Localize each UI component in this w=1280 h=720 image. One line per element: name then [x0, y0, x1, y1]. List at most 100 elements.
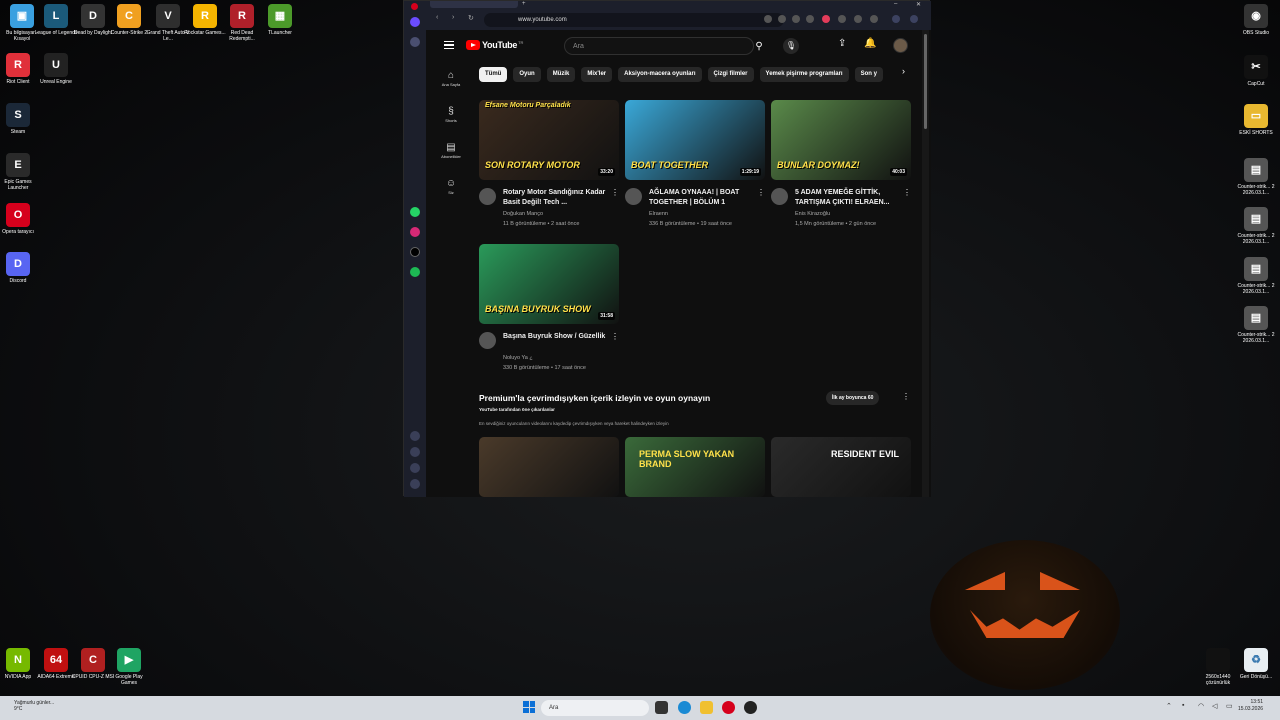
- speed-dial-icon[interactable]: [410, 37, 420, 47]
- obs-taskbar-icon[interactable]: [744, 701, 757, 714]
- youtube-logo[interactable]: YouTube TR: [466, 40, 523, 50]
- premium-thumbnail[interactable]: [479, 437, 619, 497]
- extension-icon[interactable]: [792, 15, 800, 23]
- download-icon[interactable]: [838, 15, 846, 23]
- desktop-shortcut[interactable]: ▤ Counter-strik... 2 2026.03.1...: [1234, 306, 1278, 344]
- file-explorer-icon[interactable]: [700, 701, 713, 714]
- channel-avatar[interactable]: [625, 188, 642, 205]
- video-thumbnail[interactable]: BOAT TOGETHER 1:29:19: [625, 100, 765, 180]
- nav-item-3[interactable]: ☺ Siz: [426, 178, 476, 195]
- channel-avatar[interactable]: [771, 188, 788, 205]
- category-chip[interactable]: Aksiyon-macera oyunları: [618, 66, 702, 82]
- page-scrollbar[interactable]: [922, 30, 929, 497]
- heart-icon[interactable]: [822, 15, 830, 23]
- desktop-shortcut[interactable]: ▶ Google Play Games: [107, 648, 151, 686]
- desktop-shortcut[interactable]: ◉ OBS Studio: [1234, 4, 1278, 36]
- more-vert-icon[interactable]: ⋮: [611, 332, 619, 341]
- channel-name[interactable]: Doğukan Manço: [503, 211, 543, 217]
- profile-icon[interactable]: [870, 15, 878, 23]
- video-card[interactable]: Efsane Motoru Parçaladık SON ROTARY MOTOR…: [479, 100, 619, 230]
- nav-item-1[interactable]: § Shorts: [426, 106, 476, 123]
- extension-icon[interactable]: [806, 15, 814, 23]
- premium-thumbnail[interactable]: RESIDENT EVIL: [771, 437, 911, 497]
- task-view-icon[interactable]: [655, 701, 668, 714]
- opera-browser-window[interactable]: + – ✕ ‹ › ↻ www.youtube.com YouTube TR A…: [403, 0, 931, 497]
- category-chip[interactable]: Yemek pişirme programları: [759, 66, 849, 82]
- more-icon[interactable]: [410, 479, 420, 489]
- channel-name[interactable]: Elraenn: [649, 211, 668, 217]
- premium-thumbnail[interactable]: PERMA SLOW YAKAN BRAND: [625, 437, 765, 497]
- microphone-icon[interactable]: 🎙: [783, 38, 799, 54]
- x-twitter-icon[interactable]: [410, 247, 420, 257]
- desktop-shortcut[interactable]: ▭ ESKİ SHORTS: [1234, 104, 1278, 136]
- video-card[interactable]: BOAT TOGETHER 1:29:19 AĞLAMA OYNAAA! | BOA…: [625, 100, 765, 230]
- channel-avatar[interactable]: [479, 188, 496, 205]
- video-title[interactable]: Başına Buyruk Show / Güzellik: [503, 332, 607, 342]
- search-input[interactable]: Ara: [564, 37, 754, 55]
- desktop-shortcut[interactable]: ✂ CapCut: [1234, 55, 1278, 87]
- more-vert-icon[interactable]: ⋮: [903, 188, 911, 197]
- desktop-shortcut[interactable]: ▤ Counter-strik... 2 2026.03.1...: [1234, 207, 1278, 245]
- screenshot-file-icon[interactable]: 2560x1440 çözünürlük: [1196, 648, 1240, 686]
- tray-chevron-icon[interactable]: ⌃: [1166, 702, 1172, 710]
- new-tab-icon[interactable]: +: [522, 1, 526, 7]
- weather-widget[interactable]: Yağmurlu günler... 9°C: [14, 700, 54, 712]
- battery-icon[interactable]: ▭: [1226, 702, 1233, 710]
- reload-icon[interactable]: ↻: [468, 14, 474, 22]
- premium-trial-button[interactable]: İlk ay boyunca 60: [826, 391, 880, 405]
- gear-icon[interactable]: [410, 463, 420, 473]
- video-thumbnail[interactable]: Efsane Motoru Parçaladık SON ROTARY MOTOR…: [479, 100, 619, 180]
- desktop-shortcut[interactable]: ▤ Counter-strik... 2 2026.03.1...: [1234, 158, 1278, 196]
- upload-icon[interactable]: ⇪: [838, 38, 846, 49]
- desktop-shortcut[interactable]: U Unreal Engine: [34, 53, 78, 85]
- channel-name[interactable]: Enis Kirazoğlu: [795, 211, 830, 217]
- video-card[interactable]: BAŞINA BUYRUK SHOW 31:58 Başına Buyruk Sho…: [479, 244, 619, 374]
- tray-app-icon[interactable]: ▪: [1182, 702, 1184, 709]
- forward-icon[interactable]: ›: [452, 14, 454, 21]
- home-icon[interactable]: [410, 17, 420, 27]
- video-thumbnail[interactable]: BAŞINA BUYRUK SHOW 31:58: [479, 244, 619, 324]
- heart-outline-icon[interactable]: [410, 431, 420, 441]
- opera-taskbar-icon[interactable]: [722, 701, 735, 714]
- nav-item-2[interactable]: ▤ Abonelikler: [426, 142, 476, 159]
- whatsapp-icon[interactable]: [410, 207, 420, 217]
- channel-avatar[interactable]: [479, 332, 496, 349]
- taskbar-search-input[interactable]: Ara: [541, 700, 649, 716]
- avatar[interactable]: [893, 38, 908, 53]
- hamburger-menu-icon[interactable]: [444, 41, 454, 49]
- extension-icon[interactable]: [764, 15, 772, 23]
- minimize-icon[interactable]: –: [894, 1, 897, 7]
- windows-start-icon[interactable]: [523, 701, 535, 713]
- settings-icon[interactable]: [892, 15, 900, 23]
- category-chip[interactable]: Tümü: [479, 66, 508, 82]
- channel-name[interactable]: Noluyo Ya ¿: [503, 355, 533, 361]
- wifi-icon[interactable]: ◠: [1198, 702, 1204, 710]
- edge-icon[interactable]: [678, 701, 691, 714]
- search-icon[interactable]: ⚲: [746, 37, 772, 55]
- category-chip[interactable]: Çizgi filmler: [707, 66, 754, 82]
- desktop-shortcut[interactable]: D Discord: [0, 252, 40, 284]
- extension-icon[interactable]: [778, 15, 786, 23]
- history-icon[interactable]: [410, 447, 420, 457]
- more-vert-icon[interactable]: ⋮: [757, 188, 765, 197]
- desktop-shortcut[interactable]: E Epic Games Launcher: [0, 153, 40, 191]
- bell-icon[interactable]: 🔔: [864, 38, 876, 49]
- volume-icon[interactable]: ◁: [1212, 702, 1217, 710]
- close-icon[interactable]: ✕: [916, 1, 921, 8]
- tab-youtube[interactable]: [430, 1, 518, 8]
- chevron-right-icon[interactable]: ›: [902, 66, 905, 76]
- desktop-shortcut[interactable]: O Opera tarayıcı: [0, 203, 40, 235]
- more-vert-icon[interactable]: ⋮: [902, 392, 910, 401]
- ai-icon[interactable]: [910, 15, 918, 23]
- spotify-icon[interactable]: [410, 267, 420, 277]
- opera-logo-icon[interactable]: [411, 3, 418, 10]
- instagram-icon[interactable]: [410, 227, 420, 237]
- category-chip[interactable]: Oyun: [513, 66, 541, 82]
- url-field[interactable]: www.youtube.com: [484, 13, 784, 27]
- recycle-bin-icon[interactable]: ♻ Geri Dönüşü...: [1234, 648, 1278, 680]
- desktop-shortcut[interactable]: C Counter-Strike 2: [107, 4, 151, 36]
- clock[interactable]: 13:51 15.03.2026: [1238, 699, 1263, 713]
- video-card[interactable]: BUNLAR DOYMAZ! 40:03 5 ADAM YEMEĞE GİTTİK,…: [771, 100, 911, 230]
- menu-icon[interactable]: [854, 15, 862, 23]
- category-chip[interactable]: Son y: [854, 66, 883, 82]
